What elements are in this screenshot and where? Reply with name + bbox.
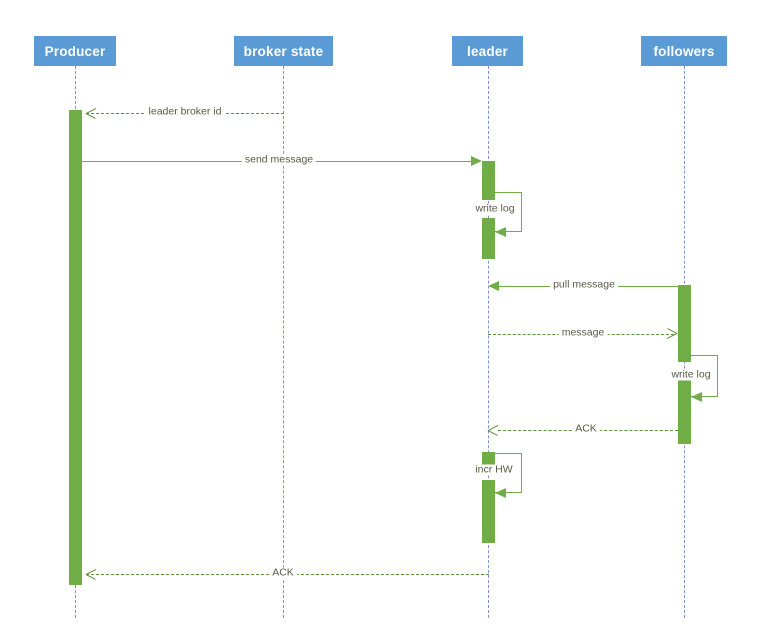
activation-leader-1a xyxy=(482,161,495,200)
participant-label-leader: leader xyxy=(467,43,508,59)
sequence-diagram-canvas: Producer broker state leader followers l… xyxy=(0,0,778,633)
message-label-write-log-followers: write log xyxy=(669,368,713,381)
participant-broker-state[interactable]: broker state xyxy=(234,36,333,66)
activation-leader-1b xyxy=(482,218,495,259)
arrowhead-incr-hw xyxy=(495,488,506,498)
participant-producer[interactable]: Producer xyxy=(34,36,116,66)
message-label-ack-leader-producer: ACK xyxy=(269,567,297,579)
arrowhead-write-log-followers xyxy=(691,392,702,402)
message-label-pull-message: pull message xyxy=(550,279,618,291)
arrowhead-write-log-leader xyxy=(495,227,506,237)
participant-label-broker-state: broker state xyxy=(243,43,324,59)
activation-followers-b xyxy=(678,378,691,444)
participant-followers[interactable]: followers xyxy=(641,36,727,66)
activation-leader-2b xyxy=(482,480,495,543)
arrowhead-pull-message xyxy=(488,281,499,291)
message-label-incr-hw: incr HW xyxy=(473,463,515,476)
lifeline-broker-state xyxy=(283,66,284,618)
arrowhead-send-message xyxy=(471,156,482,166)
message-label-ack-followers-leader: ACK xyxy=(572,423,600,435)
participant-label-followers: followers xyxy=(653,43,715,59)
participant-leader[interactable]: leader xyxy=(452,36,523,66)
participant-label-producer: Producer xyxy=(44,43,106,59)
message-label-leader-broker-id: leader broker id xyxy=(145,106,225,118)
message-label-send-message: send message xyxy=(241,154,317,166)
activation-producer xyxy=(69,110,82,585)
message-label-write-log-leader: write log xyxy=(473,202,517,215)
message-label-message: message xyxy=(558,327,608,339)
activation-followers-a xyxy=(678,285,691,362)
